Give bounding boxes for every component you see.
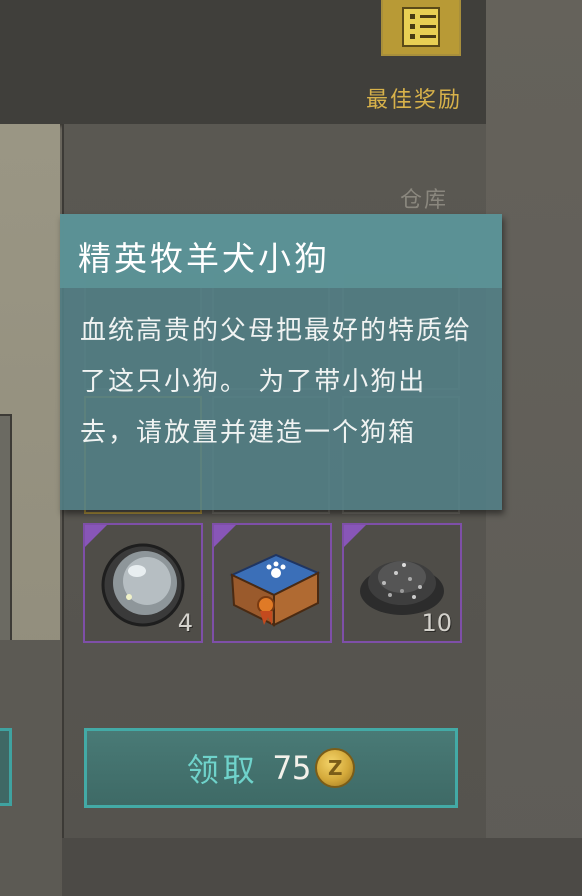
claim-button[interactable]: 领取 75 Z [84,728,458,808]
best-reward-badge[interactable] [381,0,461,56]
item-slot-lens[interactable]: 4 [83,523,203,643]
item-count: 4 [177,609,193,637]
item-slot-dog-crate[interactable] [212,523,332,643]
claim-cost: 75 [272,749,312,787]
bottom-strip [62,838,582,896]
dog-crate-icon [229,553,321,627]
left-panel-frame [0,414,12,654]
best-reward-label: 最佳奖励 [365,88,462,113]
item-tooltip: 精英牧羊犬小狗 血统高贵的父母把最好的特质给了这只小狗。 为了带小狗出去，请放置… [60,214,502,510]
claim-label: 领取 [186,751,259,789]
storage-label: 仓库 [400,188,449,213]
item-count: 10 [421,609,452,637]
tooltip-header: 精英牧羊犬小狗 [60,214,502,288]
item-slot-gravel[interactable]: 10 [342,523,462,643]
left-button-edge[interactable] [0,728,12,806]
tooltip-title: 精英牧羊犬小狗 [78,239,330,278]
reward-list-icon [402,7,440,47]
coin-icon: Z [315,748,356,788]
tooltip-description: 血统高贵的父母把最好的特质给了这只小狗。 为了带小狗出去，请放置并建造一个狗箱 [80,316,473,448]
